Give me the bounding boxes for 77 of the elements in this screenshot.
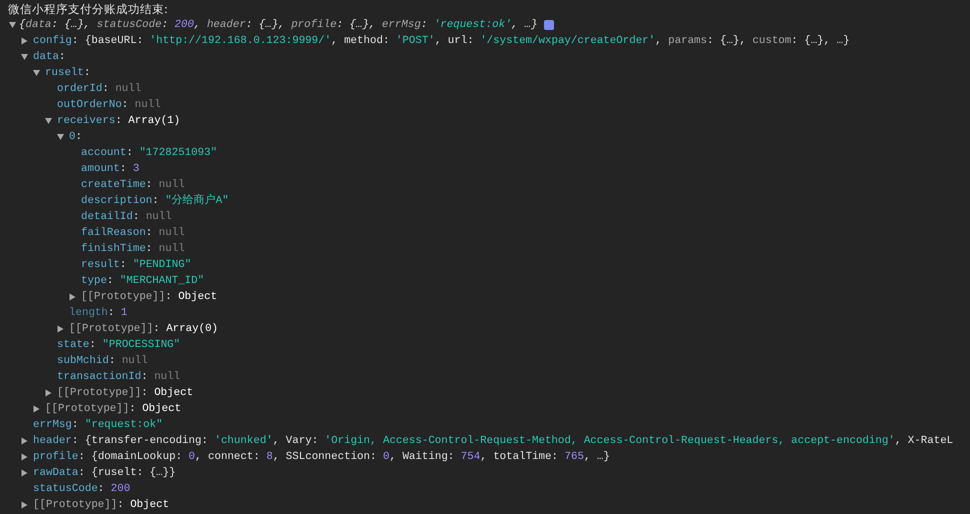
expand-arrow-icon[interactable] <box>57 325 64 333</box>
property-key: amount <box>81 161 120 177</box>
expand-arrow-icon[interactable] <box>21 501 28 509</box>
property-key: [[Prototype]] <box>33 497 118 513</box>
property-value: : null <box>122 98 161 113</box>
expand-arrow-icon[interactable] <box>69 293 76 301</box>
collapse-arrow-icon[interactable] <box>32 70 40 76</box>
property-key: data <box>33 49 59 65</box>
property-value: : null <box>146 178 185 193</box>
property-key: outOrderNo <box>57 97 122 113</box>
property-value: : "1728251093" <box>126 146 218 161</box>
property-value: : {transfer-encoding: 'chunked', Vary: 'Origin, Access-Control-Request-Method, Access-Control-Request-Headers, accept-encoding', X-RateL <box>72 434 954 449</box>
property-value: : "PENDING" <box>120 258 192 273</box>
property-key: errMsg <box>33 417 72 433</box>
collapse-arrow-icon[interactable] <box>44 118 52 124</box>
property-key: state <box>57 337 90 353</box>
property-value: : Object <box>165 290 218 305</box>
log-message: 微信小程序支付分账成功结束: <box>8 1 168 17</box>
property-key: rawData <box>33 465 78 481</box>
property-value: : <box>75 130 82 145</box>
property-key: subMchid <box>57 353 109 369</box>
property-key: statusCode <box>33 481 98 497</box>
property-value: {data: {…}, statusCode: 200, header: {…}, profile: {…}, errMsg: 'request:ok', …} <box>19 18 538 33</box>
property-key: length <box>69 305 108 321</box>
property-key: orderId <box>57 81 102 97</box>
property-key: transactionId <box>57 369 142 385</box>
property-key: receivers <box>57 113 116 129</box>
property-value: : "MERCHANT_ID" <box>106 274 204 289</box>
property-value: : Object <box>141 386 194 401</box>
property-value: : 200 <box>98 482 130 497</box>
property-key: createTime <box>81 177 146 193</box>
collapse-arrow-icon[interactable] <box>56 134 64 140</box>
property-value: : null <box>108 354 148 369</box>
property-value: : {domainLookup: 0, connect: 8, SSLconnection: 0, Waiting: 754, totalTime: 765, …} <box>78 450 610 465</box>
property-value: : "request:ok" <box>72 418 163 433</box>
property-key: failReason <box>81 225 146 241</box>
property-key: detailId <box>81 209 133 225</box>
property-key: ruselt <box>45 65 84 81</box>
property-value: : null <box>146 242 185 257</box>
collapse-arrow-icon[interactable] <box>20 54 28 60</box>
property-value: : null <box>141 370 180 385</box>
expand-arrow-icon[interactable] <box>21 469 28 477</box>
property-key: [[Prototype]] <box>45 401 130 417</box>
collapse-arrow-icon[interactable] <box>8 22 16 28</box>
expand-arrow-icon[interactable] <box>33 405 40 413</box>
property-value: : <box>58 50 66 65</box>
property-key: profile <box>33 449 78 465</box>
property-value: : Array(1) <box>115 114 180 129</box>
expand-arrow-icon[interactable] <box>21 453 28 461</box>
property-value: : "PROCESSING" <box>89 338 180 353</box>
expand-arrow-icon[interactable] <box>45 389 52 397</box>
property-key: 0 <box>69 129 76 145</box>
property-value: : null <box>132 210 172 225</box>
expand-arrow-icon[interactable] <box>21 437 28 445</box>
property-key: account <box>81 145 126 161</box>
property-value: : Object <box>117 498 170 513</box>
property-key: config <box>33 33 72 49</box>
property-value: : null <box>102 82 142 97</box>
property-value: : {ruselt: {…}} <box>78 466 176 481</box>
property-value: : 3 <box>120 162 140 177</box>
property-value: : <box>84 66 90 81</box>
property-key: [[Prototype]] <box>69 321 154 337</box>
info-icon[interactable] <box>544 20 554 30</box>
property-key: finishTime <box>81 241 146 257</box>
property-key: result <box>81 257 120 273</box>
property-value: : Object <box>129 402 182 417</box>
property-key: header <box>33 433 72 449</box>
expand-arrow-icon[interactable] <box>21 37 28 45</box>
property-value: : null <box>146 226 185 241</box>
property-key: description <box>81 193 152 209</box>
property-value: : Array(0) <box>153 322 218 337</box>
property-key: type <box>81 273 107 289</box>
property-value: : "分给商户A" <box>152 193 229 209</box>
property-value: : 1 <box>108 306 128 321</box>
property-key: [[Prototype]] <box>57 385 142 401</box>
property-key: [[Prototype]] <box>81 289 166 305</box>
property-value: : {baseURL: 'http://192.168.0.123:9999/', method: 'POST', url: '/system/wxpay/createOrder', params: {…}, custom: {…}, …} <box>72 34 850 49</box>
